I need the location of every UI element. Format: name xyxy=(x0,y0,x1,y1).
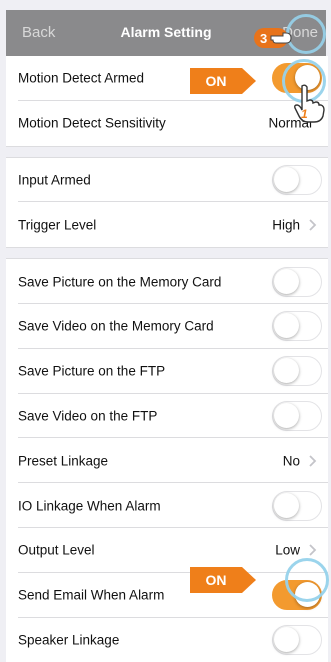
row-io-linkage[interactable]: IO Linkage When Alarm xyxy=(6,483,328,528)
toggle-knob xyxy=(274,402,299,428)
row-value: Low xyxy=(275,542,300,558)
callout-arrow xyxy=(242,567,256,593)
row-label: Save Picture on the Memory Card xyxy=(18,274,222,290)
row-trigger-level[interactable]: Trigger Level High xyxy=(6,202,328,248)
input-armed-toggle[interactable] xyxy=(272,164,322,195)
on-callout-motion: ON xyxy=(190,68,256,94)
row-label: Preset Linkage xyxy=(18,453,109,469)
row-value: No xyxy=(282,453,300,469)
toggle-knob xyxy=(274,166,299,192)
row-label: Send Email When Alarm xyxy=(18,587,165,603)
on-callout-label: ON xyxy=(190,567,242,593)
row-save-picture-memory-card[interactable]: Save Picture on the Memory Card xyxy=(6,259,328,304)
row-motion-detect-sensitivity[interactable]: Motion Detect Sensitivity Normal xyxy=(6,100,328,146)
row-speaker-linkage[interactable]: Speaker Linkage xyxy=(6,617,328,662)
row-label: IO Linkage When Alarm xyxy=(18,498,161,514)
save-picture-ftp-toggle[interactable] xyxy=(272,356,322,387)
toggle-highlight-ring xyxy=(285,558,329,602)
toggle-knob xyxy=(274,268,299,294)
row-save-video-memory-card[interactable]: Save Video on the Memory Card xyxy=(6,303,328,349)
row-send-email[interactable]: Send Email When Alarm xyxy=(6,572,328,618)
callout-arrow xyxy=(242,68,256,94)
on-callout-email: ON xyxy=(190,567,256,593)
step-badge-3-number: 3 xyxy=(260,30,268,46)
io-linkage-toggle[interactable] xyxy=(272,490,322,521)
row-save-picture-ftp[interactable]: Save Picture on the FTP xyxy=(6,348,328,394)
row-input-armed[interactable]: Input Armed xyxy=(6,157,328,203)
row-output-level[interactable]: Output Level Low xyxy=(6,527,328,573)
row-label: Save Video on the Memory Card xyxy=(18,318,214,334)
row-label: Save Video on the FTP xyxy=(18,408,158,424)
save-video-ftp-toggle[interactable] xyxy=(272,400,322,431)
row-label: Speaker Linkage xyxy=(18,632,120,648)
row-save-video-ftp[interactable]: Save Video on the FTP xyxy=(6,393,328,439)
row-label: Motion Detect Armed xyxy=(18,70,145,86)
row-label: Trigger Level xyxy=(18,217,97,233)
row-preset-linkage[interactable]: Preset Linkage No xyxy=(6,438,328,484)
chevron-right-icon xyxy=(309,544,317,556)
pointing-hand-icon xyxy=(270,32,292,44)
save-picture-memory-card-toggle[interactable] xyxy=(272,266,322,297)
row-label: Output Level xyxy=(18,542,95,558)
chevron-right-icon xyxy=(309,219,317,231)
row-motion-detect-armed[interactable]: Motion Detect Armed xyxy=(6,56,328,101)
toggle-knob xyxy=(274,492,299,518)
row-value: High xyxy=(272,217,300,233)
toggle-knob xyxy=(274,313,299,339)
section-gap xyxy=(6,145,328,158)
save-video-memory-card-toggle[interactable] xyxy=(272,311,322,342)
row-label: Motion Detect Sensitivity xyxy=(18,115,166,131)
toggle-knob xyxy=(274,626,299,652)
step-1-number: 1 xyxy=(301,107,308,121)
on-callout-label: ON xyxy=(190,68,242,94)
row-label: Input Armed xyxy=(18,172,91,188)
section-gap xyxy=(6,247,328,260)
settings-list: Motion Detect Armed Motion Detect Sensit… xyxy=(6,56,328,662)
toggle-knob xyxy=(274,358,299,384)
row-label: Save Picture on the FTP xyxy=(18,363,166,379)
step-badge-3: 3 xyxy=(254,28,292,48)
chevron-right-icon xyxy=(309,455,317,467)
done-highlight-ring xyxy=(286,14,326,54)
tap-hand-icon: 1 xyxy=(294,84,325,123)
speaker-linkage-toggle[interactable] xyxy=(272,624,322,655)
